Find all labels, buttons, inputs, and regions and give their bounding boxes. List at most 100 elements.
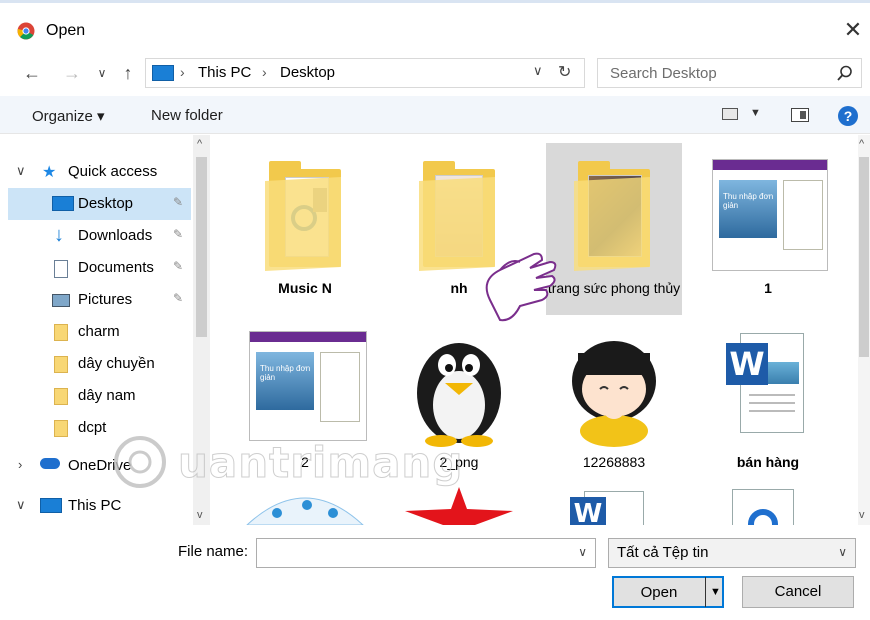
file-item-trang-suc-phong-thuy[interactable]: trang sức phong thủy	[546, 143, 682, 315]
scrollbar-thumb[interactable]	[196, 157, 207, 337]
webpage-preview: Thu nhập đơn giản	[712, 159, 828, 271]
sidebar-item-label: dây chuyền	[78, 355, 155, 372]
folder-icon	[54, 324, 68, 341]
sidebar-item-this-pc[interactable]: ∨ This PC	[8, 490, 191, 522]
sidebar-item-day-nam[interactable]: dây nam	[8, 380, 191, 412]
breadcrumb-separator: ›	[180, 64, 185, 80]
window-title: Open	[46, 22, 86, 39]
folder-front	[265, 177, 341, 271]
sidebar-item-day-chuyen[interactable]: dây chuyền	[8, 348, 191, 380]
sidebar-item-label: charm	[78, 323, 120, 340]
scrollbar-thumb[interactable]	[859, 157, 869, 357]
folder-icon	[54, 420, 68, 437]
expand-icon[interactable]: ∨	[16, 163, 26, 179]
forward-button[interactable]: →	[60, 58, 84, 90]
up-button[interactable]: ↑	[116, 58, 140, 90]
search-placeholder: Search Desktop	[610, 65, 717, 82]
content-scrollbar[interactable]: ^ v	[858, 135, 870, 525]
file-item-ban-hang[interactable]: W bán hàng	[700, 317, 836, 489]
file-item-partial-word[interactable]: W	[546, 487, 682, 525]
preview-sidebar	[320, 352, 360, 422]
word-icon: W	[726, 343, 768, 385]
file-item-partial-star[interactable]	[391, 487, 527, 525]
folder-icon	[247, 149, 363, 277]
file-type-dropdown-icon: ∨	[838, 545, 847, 559]
document-line	[749, 402, 795, 404]
close-button[interactable]: ✕	[838, 15, 868, 45]
search-icon[interactable]	[836, 64, 854, 82]
open-split-dropdown[interactable]: ▼	[705, 577, 725, 607]
organize-button[interactable]: Organize ▾	[32, 107, 105, 125]
folder-front	[574, 177, 650, 271]
pictures-icon	[52, 294, 70, 307]
file-name: 2_png	[439, 454, 479, 470]
file-name-field[interactable]: ∨	[256, 538, 596, 568]
breadcrumb-this-pc[interactable]: This PC	[198, 64, 251, 81]
scroll-down-arrow[interactable]: v	[859, 509, 865, 521]
open-button[interactable]: Open ▼	[612, 576, 724, 608]
open-button-label: Open	[640, 584, 678, 601]
sidebar-item-downloads[interactable]: ↓ Downloads ✎	[8, 220, 191, 252]
file-name-dropdown[interactable]: ∨	[578, 545, 587, 559]
file-item-2[interactable]: Thu nhập đơn giản 2	[237, 317, 373, 489]
pin-icon[interactable]: ✎	[173, 291, 183, 305]
sidebar-item-documents[interactable]: Documents ✎	[8, 252, 191, 284]
image-thumbnail	[401, 323, 517, 451]
navigation-bar: ← → ∨ ↑ › This PC › Desktop ∨ ↻ Search D…	[0, 58, 870, 90]
this-pc-icon	[152, 65, 174, 81]
red-star-image	[401, 487, 517, 525]
sidebar-item-onedrive[interactable]: › OneDrive	[8, 450, 191, 482]
preview-header	[250, 332, 366, 342]
folder-icon	[54, 388, 68, 405]
pin-icon[interactable]: ✎	[173, 227, 183, 241]
address-bar[interactable]: › This PC › Desktop ∨ ↻	[145, 58, 585, 88]
file-item-partial-image[interactable]	[237, 487, 373, 525]
recent-locations-button[interactable]: ∨	[94, 58, 110, 90]
preview-pane-icon[interactable]	[791, 108, 809, 122]
file-type-select[interactable]: Tất cả Tệp tin ∨	[608, 538, 856, 568]
sidebar-item-dcpt[interactable]: dcpt	[8, 412, 191, 444]
file-item-partial-edge[interactable]	[700, 487, 836, 525]
file-item-1[interactable]: Thu nhập đơn giản 1	[700, 143, 836, 315]
file-name: trang sức phong thủy	[547, 280, 681, 296]
breadcrumb-desktop[interactable]: Desktop	[280, 64, 335, 81]
file-item-music-n[interactable]: Music N	[237, 143, 373, 315]
document-line	[749, 410, 795, 412]
scroll-up-arrow[interactable]: ^	[859, 138, 864, 150]
sidebar-item-label: Desktop	[78, 195, 134, 212]
sidebar-item-label: Downloads	[78, 227, 153, 244]
scroll-down-arrow[interactable]: v	[197, 509, 203, 521]
pin-icon[interactable]: ✎	[173, 259, 183, 273]
preview-image: Thu nhập đơn giản	[719, 180, 777, 238]
back-button[interactable]: ←	[18, 58, 46, 90]
help-icon[interactable]: ?	[838, 106, 858, 126]
sidebar-item-desktop[interactable]: Desktop ✎	[8, 188, 191, 220]
file-name: 1	[764, 280, 772, 296]
view-options-dropdown[interactable]: ▼	[750, 107, 761, 119]
cartoon-girl-image	[572, 341, 656, 447]
image-thumbnail: Thu nhập đơn giản	[247, 323, 367, 451]
address-dropdown[interactable]: ∨	[533, 63, 543, 79]
sidebar-item-pictures[interactable]: Pictures ✎	[8, 284, 191, 316]
new-folder-button[interactable]: New folder	[151, 107, 223, 124]
sidebar-item-quick-access[interactable]: ∨ ★ Quick access	[8, 156, 191, 188]
scroll-up-arrow[interactable]: ^	[197, 138, 202, 150]
preview-sidebar	[783, 180, 823, 250]
cancel-button[interactable]: Cancel	[742, 576, 854, 608]
folder-icon	[556, 149, 672, 277]
search-input[interactable]: Search Desktop	[597, 58, 862, 88]
expand-icon[interactable]: ∨	[16, 497, 26, 513]
sidebar-item-label: dây nam	[78, 387, 136, 404]
command-bar: Organize ▾ New folder ▼	[0, 96, 870, 134]
pin-icon[interactable]: ✎	[173, 195, 183, 209]
file-type-value: Tất cả Tệp tin	[617, 544, 709, 561]
change-view-icon[interactable]	[722, 108, 738, 120]
file-name-input[interactable]	[258, 540, 568, 566]
collapsed-icon[interactable]: ›	[18, 457, 22, 472]
file-item-12268883[interactable]: 12268883	[546, 317, 682, 489]
file-item-2-png[interactable]: 2_png	[391, 317, 527, 489]
refresh-button[interactable]: ↻	[558, 62, 571, 82]
sidebar-item-charm[interactable]: charm	[8, 316, 191, 348]
sidebar-scrollbar[interactable]: ^ v	[193, 135, 210, 525]
file-name: 2	[301, 454, 309, 470]
